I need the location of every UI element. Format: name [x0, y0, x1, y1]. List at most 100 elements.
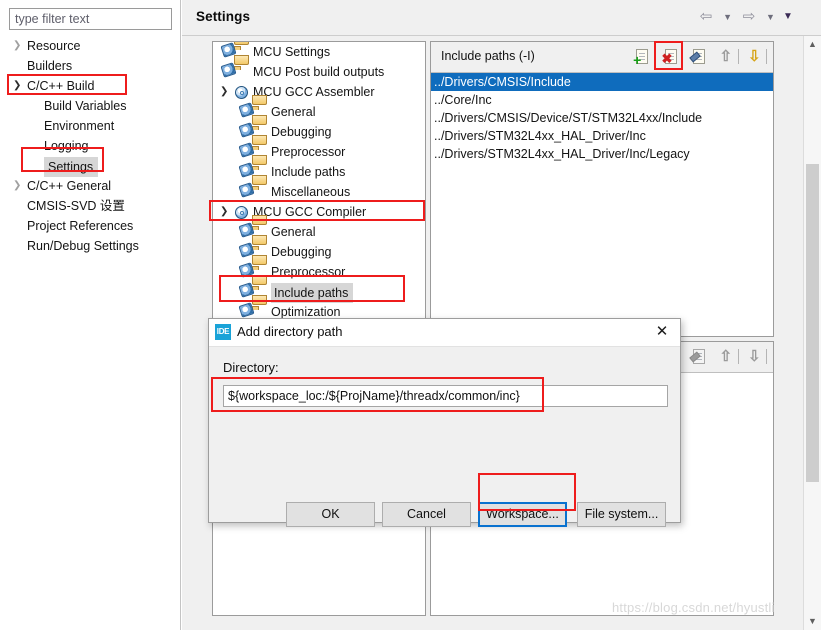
include-paths-list[interactable]: ../Drivers/CMSIS/Include ../Core/Inc ../… [431, 73, 773, 336]
scroll-down-arrow-icon[interactable]: ▼ [804, 613, 821, 630]
tree-item-asm-include-paths[interactable]: Include paths [213, 162, 425, 182]
sidebar-item-logging[interactable]: Logging [0, 136, 181, 156]
sidebar-item-label: C/C++ Build [27, 76, 94, 96]
add-directory-path-dialog: IDE Add directory path ✕ Directory: OK C… [208, 318, 681, 523]
arrow-down-icon: ⇩ [748, 348, 761, 365]
sidebar-item-c-cpp-build[interactable]: ❯ C/C++ Build [0, 76, 181, 96]
folder-tool-icon [252, 185, 268, 200]
file-system-button[interactable]: File system... [577, 502, 666, 527]
list-item[interactable]: ../Core/Inc [431, 91, 773, 109]
plus-glyph: + [633, 53, 641, 67]
sidebar-item-label: C/C++ General [27, 176, 111, 196]
tree-item-asm-preprocessor[interactable]: Preprocessor [213, 142, 425, 162]
tree-item-label: MCU Settings [253, 42, 330, 62]
scroll-up-arrow-icon[interactable]: ▲ [804, 36, 821, 53]
filter-input[interactable] [9, 8, 172, 30]
sidebar-item-label: Project References [27, 216, 133, 236]
sidebar-item-label: Resource [27, 36, 81, 56]
back-arrow-icon[interactable]: ⇦ [695, 6, 717, 28]
sidebar-item-run-debug-settings[interactable]: Run/Debug Settings [0, 236, 181, 256]
tree-item-label: MCU GCC Assembler [253, 82, 375, 102]
sidebar-item-label: Run/Debug Settings [27, 236, 139, 256]
tree-item-compiler-preprocessor[interactable]: Preprocessor [213, 262, 425, 282]
sidebar-tree: ❯ Resource Builders ❯ C/C++ Build Build … [0, 36, 181, 256]
tree-item-asm-debugging[interactable]: Debugging [213, 122, 425, 142]
tree-item-asm-general[interactable]: General [213, 102, 425, 122]
sidebar-item-project-references[interactable]: Project References [0, 216, 181, 236]
tree-item-compiler-debugging[interactable]: Debugging [213, 242, 425, 262]
delete-path-button[interactable]: ✖ [660, 46, 684, 68]
tree-item-compiler-general[interactable]: General [213, 222, 425, 242]
sidebar-item-label: Logging [44, 136, 89, 156]
sidebar-item-environment[interactable]: Environment [0, 116, 181, 136]
tree-item-label: MCU GCC Compiler [253, 202, 366, 222]
arrow-up-icon: ⇧ [720, 48, 733, 65]
add-path-button[interactable]: + [631, 46, 655, 68]
ide-app-icon: IDE [215, 324, 231, 340]
directory-input[interactable] [223, 385, 668, 407]
arrow-down-icon: ⇩ [748, 48, 761, 65]
move-up-button-2[interactable]: ⇧ [717, 346, 741, 368]
list-item[interactable]: ../Drivers/CMSIS/Include [431, 73, 773, 91]
tree-item-label: Preprocessor [271, 262, 345, 282]
tree-item-label: Include paths [271, 162, 345, 182]
settings-category-sidebar: ❯ Resource Builders ❯ C/C++ Build Build … [0, 0, 181, 630]
tree-item-label: Debugging [271, 122, 331, 142]
dialog-title-bar: IDE Add directory path ✕ [209, 319, 680, 347]
tree-item-asm-miscellaneous[interactable]: Miscellaneous [213, 182, 425, 202]
directory-field-label: Directory: [223, 360, 279, 375]
forward-arrow-icon[interactable]: ⇨ [738, 6, 760, 28]
include-paths-panel: Include paths (-I) + ✖ ⇧ [430, 41, 774, 337]
scrollbar-thumb[interactable] [806, 164, 819, 482]
tree-item-label: MCU Post build outputs [253, 62, 384, 82]
tree-item-mcu-gcc-compiler[interactable]: ❯ MCU GCC Compiler [213, 202, 425, 222]
workspace-button[interactable]: Workspace... [478, 502, 567, 527]
include-paths-toolbar: + ✖ ⇧ ⇩ [630, 46, 769, 68]
list-item[interactable]: ../Drivers/STM32L4xx_HAL_Driver/Inc [431, 127, 773, 145]
divider [738, 49, 739, 64]
move-down-button-2[interactable]: ⇩ [745, 346, 769, 368]
sidebar-item-label: CMSIS-SVD 设置 [27, 196, 125, 216]
settings-main-panel: Settings ⇦ ▼ ⇨ ▼ ▼ MCU Settings MCU Post… [182, 0, 821, 630]
edit-path-button[interactable] [688, 46, 712, 68]
folder-tool-icon [234, 65, 250, 80]
settings-window: ❯ Resource Builders ❯ C/C++ Build Build … [0, 0, 821, 630]
arrow-up-icon: ⇧ [720, 348, 733, 365]
sidebar-item-label: Environment [44, 116, 114, 136]
main-header: Settings ⇦ ▼ ⇨ ▼ ▼ [182, 0, 821, 36]
tree-item-mcu-gcc-assembler[interactable]: ❯ MCU GCC Assembler [213, 82, 425, 102]
close-icon[interactable]: ✕ [652, 323, 672, 341]
move-up-button[interactable]: ⇧ [717, 46, 741, 68]
dialog-title: Add directory path [237, 324, 343, 339]
gear-icon [234, 85, 250, 100]
back-history-chevron-down-icon[interactable]: ▼ [721, 6, 735, 28]
page-title: Settings [196, 9, 250, 24]
sidebar-item-build-variables[interactable]: Build Variables [0, 96, 181, 116]
tree-item-label: General [271, 102, 315, 122]
forward-history-chevron-down-icon[interactable]: ▼ [764, 6, 778, 28]
chevron-down-icon: ❯ [13, 76, 23, 96]
list-item[interactable]: ../Drivers/STM32L4xx_HAL_Driver/Inc/Lega… [431, 145, 773, 163]
watermark-text: https://blog.csdn.net/hyustli [612, 600, 775, 615]
view-menu-chevron-down-icon[interactable]: ▼ [781, 6, 795, 28]
list-item[interactable]: ../Drivers/CMSIS/Device/ST/STM32L4xx/Inc… [431, 109, 773, 127]
cancel-button[interactable]: Cancel [382, 502, 471, 527]
sidebar-item-label: Settings [44, 157, 98, 177]
tree-item-compiler-include-paths[interactable]: Include paths [213, 282, 425, 302]
tree-item-mcu-post-build-outputs[interactable]: MCU Post build outputs [213, 62, 425, 82]
move-down-button[interactable]: ⇩ [745, 46, 769, 68]
sidebar-item-c-cpp-general[interactable]: ❯ C/C++ General [0, 176, 181, 196]
vertical-scrollbar[interactable]: ▲ ▼ [803, 36, 821, 630]
edit-path-button-2[interactable] [688, 346, 712, 368]
ok-button[interactable]: OK [286, 502, 375, 527]
sidebar-item-builders[interactable]: Builders [0, 56, 181, 76]
tree-item-label: Preprocessor [271, 142, 345, 162]
chevron-down-icon[interactable]: ❯ [220, 202, 232, 222]
sidebar-item-resource[interactable]: ❯ Resource [0, 36, 181, 56]
tree-item-label: Miscellaneous [271, 182, 350, 202]
tree-item-label: Include paths [271, 283, 353, 303]
sidebar-item-cmsis-svd[interactable]: CMSIS-SVD 设置 [0, 196, 181, 216]
tree-item-label: Debugging [271, 242, 331, 262]
sidebar-item-settings[interactable]: Settings [0, 156, 181, 176]
chevron-down-icon[interactable]: ❯ [220, 82, 232, 102]
